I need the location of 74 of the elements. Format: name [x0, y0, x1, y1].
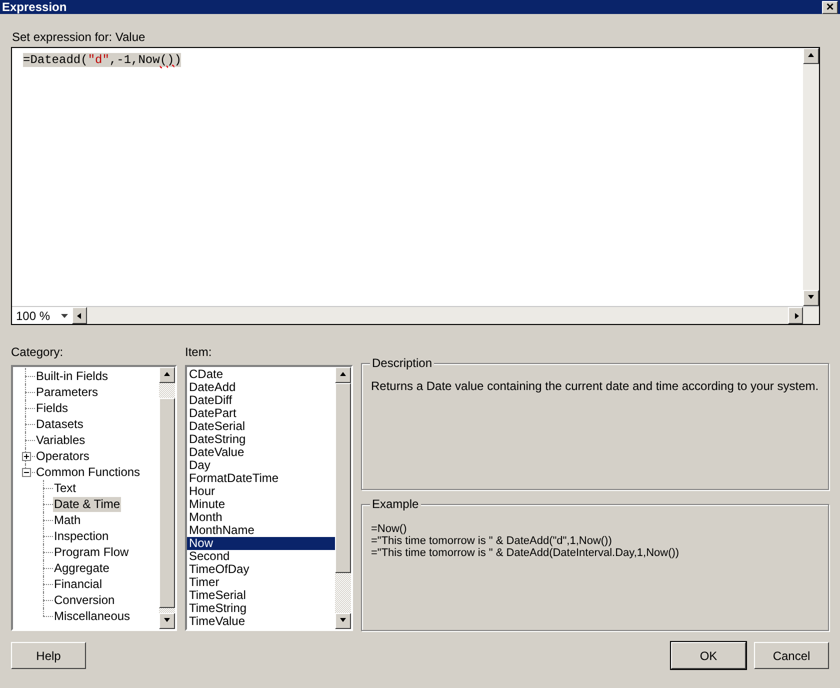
cancel-button[interactable]: Cancel — [754, 642, 829, 669]
tree-item[interactable]: Inspection — [53, 528, 110, 544]
tree-item[interactable]: Built-in Fields — [35, 368, 110, 384]
scroll-thumb[interactable] — [335, 383, 351, 573]
zoom-dropdown[interactable]: 100 % — [12, 307, 72, 324]
list-item[interactable]: TimeValue — [187, 615, 335, 628]
scroll-left-button[interactable] — [72, 307, 87, 324]
expression-text: =Dateadd("d",-1,Now()) — [23, 53, 182, 67]
tree-item[interactable]: Datasets — [35, 416, 84, 432]
scroll-down-button[interactable] — [335, 613, 351, 629]
item-list[interactable]: CDate DateAdd DateDiff DatePart DateSerial DateString DateValue Day FormatDateTime Hour Minute Month MonthName Now Second TimeOfDay Timer TimeSerial TimeString TimeValue — [185, 365, 353, 631]
list-item[interactable]: Timer — [187, 576, 335, 589]
list-item[interactable]: DateDiff — [187, 394, 335, 407]
scroll-down-button[interactable] — [159, 613, 175, 629]
up-arrow-icon — [163, 371, 171, 379]
expression-editor[interactable]: =Dateadd("d",-1,Now()) 100 % — [11, 47, 820, 325]
tree-item[interactable]: Date & Time — [53, 496, 122, 512]
scroll-up-button[interactable] — [803, 48, 819, 64]
up-arrow-icon — [807, 52, 815, 60]
list-item[interactable]: DateString — [187, 433, 335, 446]
tree-item[interactable]: Operators — [35, 448, 90, 464]
tree-item[interactable]: Math — [53, 512, 82, 528]
scroll-down-button[interactable] — [803, 290, 819, 306]
list-item[interactable]: CDate — [187, 368, 335, 381]
tree-item[interactable]: Conversion — [53, 592, 116, 608]
tree-item[interactable]: Text — [53, 480, 78, 496]
example-line: =Now() — [371, 523, 408, 535]
collapse-icon[interactable] — [22, 468, 30, 476]
up-arrow-icon — [339, 371, 347, 379]
item-label: Item: — [185, 345, 213, 359]
category-tree[interactable]: Built-in Fields Parameters Fields Datasets Variables Operators Common Functions Text Date & Time Math Inspection Program Flow Aggregate Financial Conversion Miscellaneous — [11, 365, 177, 631]
scroll-right-button[interactable] — [788, 307, 803, 324]
description-text: Returns a Date value containing the current date and time according to your system. — [371, 379, 819, 395]
scrollbar[interactable] — [159, 367, 175, 629]
list-item[interactable]: MonthName — [187, 524, 335, 537]
list-item[interactable]: Month — [187, 511, 335, 524]
left-arrow-icon — [76, 312, 84, 320]
expand-icon[interactable] — [22, 452, 30, 460]
caret-icon — [61, 314, 68, 318]
window-title: Expression — [2, 0, 67, 14]
tree-item[interactable]: Common Functions — [35, 464, 142, 480]
list-item[interactable]: DateValue — [187, 446, 335, 459]
list-item[interactable]: Day — [187, 459, 335, 472]
ok-button[interactable]: OK — [671, 642, 746, 669]
list-item[interactable]: Now — [187, 537, 335, 550]
scroll-thumb[interactable] — [159, 398, 175, 608]
prompt-label: Set expression for: Value — [12, 30, 146, 44]
example-line: ="This time tomorrow is " & DateAdd(DateInterval.Day,1,Now()) — [371, 547, 680, 559]
list-item[interactable]: Hour — [187, 485, 335, 498]
description-title: Description — [370, 356, 434, 370]
list-item[interactable]: Minute — [187, 498, 335, 511]
tree-item[interactable]: Financial — [53, 576, 104, 592]
list-item[interactable]: TimeOfDay — [187, 563, 335, 576]
example-line: ="This time tomorrow is " & DateAdd("d",1,Now()) — [371, 535, 613, 547]
tree-item[interactable]: Parameters — [35, 384, 100, 400]
category-label: Category: — [11, 345, 64, 359]
list-item[interactable]: FormatDateTime — [187, 472, 335, 485]
tree-item[interactable]: Fields — [35, 400, 70, 416]
list-item[interactable]: DatePart — [187, 407, 335, 420]
list-item[interactable]: DateSerial — [187, 420, 335, 433]
list-item[interactable]: DateAdd — [187, 381, 335, 394]
list-item[interactable]: TimeString — [187, 602, 335, 615]
tree-item[interactable]: Miscellaneous — [53, 608, 132, 624]
list-item[interactable]: Second — [187, 550, 335, 563]
scroll-up-button[interactable] — [159, 367, 175, 383]
close-button[interactable]: × — [822, 0, 838, 14]
list-item[interactable]: TimeSerial — [187, 589, 335, 602]
tree-item[interactable]: Aggregate — [53, 560, 110, 576]
tree-item[interactable]: Program Flow — [53, 544, 130, 560]
scroll-up-button[interactable] — [335, 367, 351, 383]
help-button[interactable]: Help — [11, 642, 86, 669]
scrollbar[interactable] — [335, 367, 351, 629]
tree-item[interactable]: Variables — [35, 432, 86, 448]
example-title: Example — [370, 497, 421, 511]
